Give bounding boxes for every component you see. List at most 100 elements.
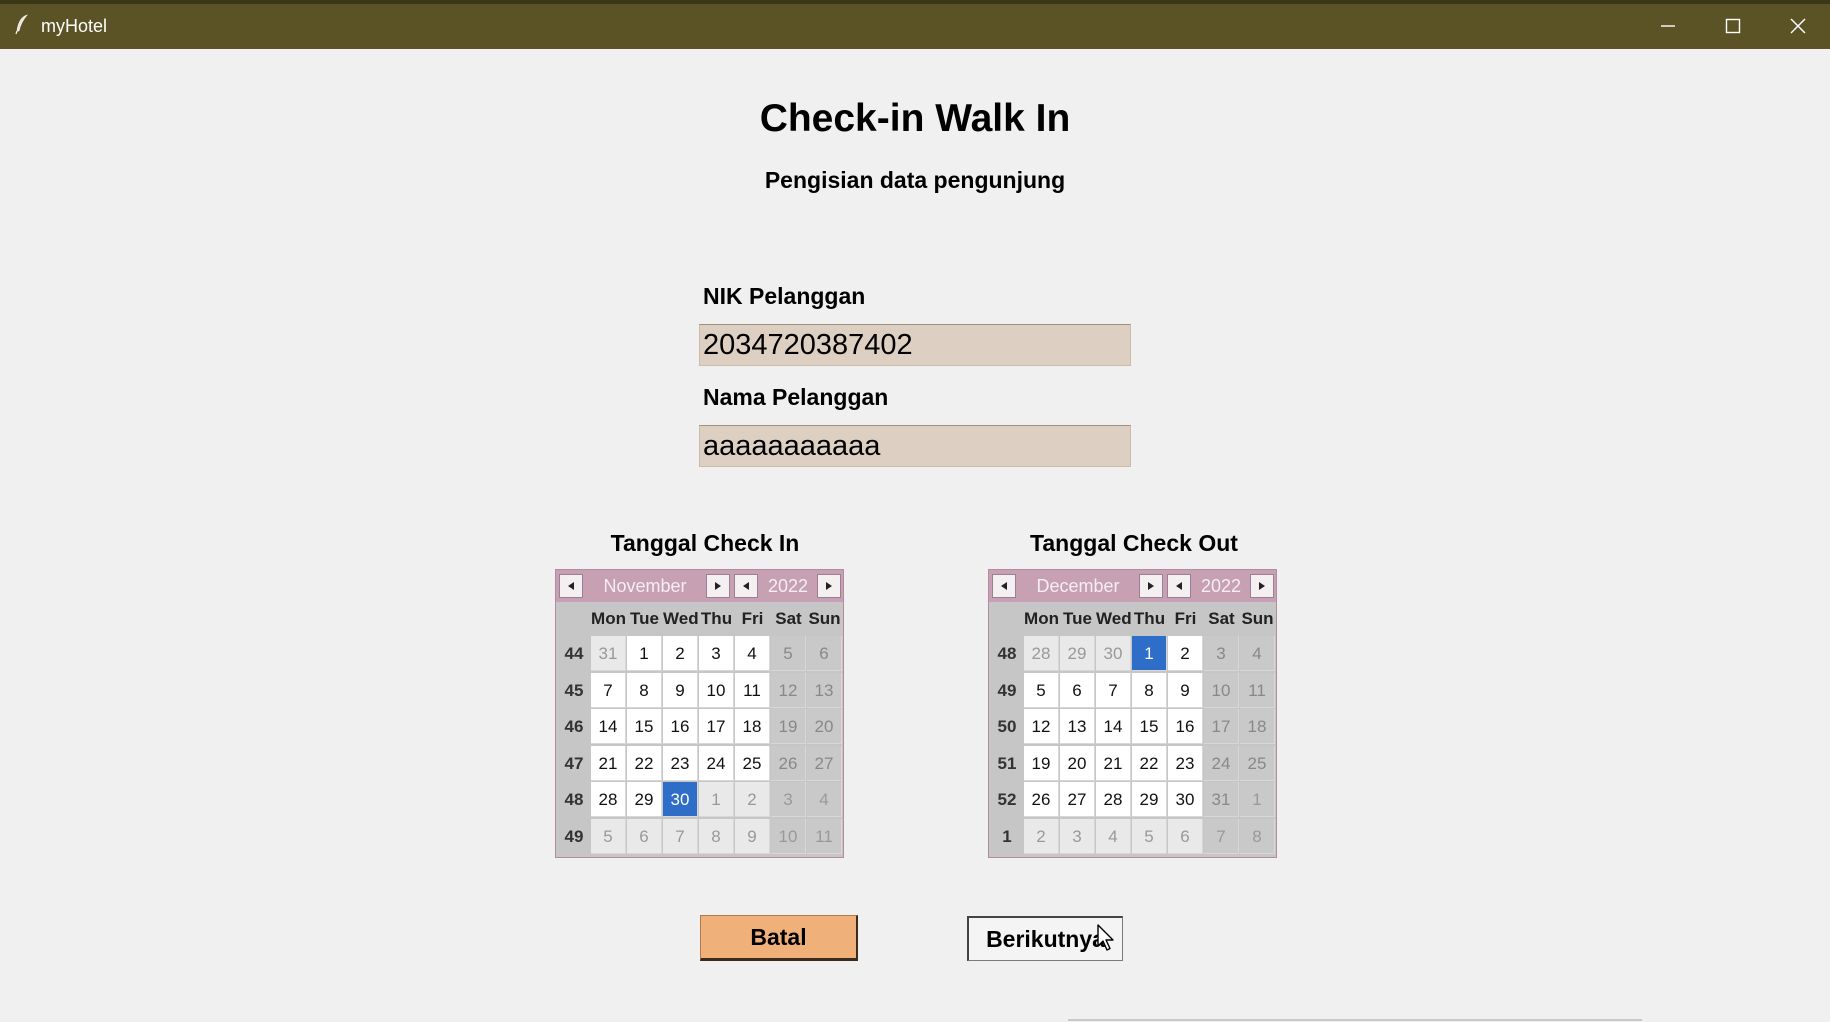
checkout-day-cell[interactable]: 1 <box>1240 782 1275 817</box>
checkout-day-cell[interactable]: 3 <box>1060 818 1095 854</box>
checkin-day-cell[interactable]: 2 <box>735 782 770 817</box>
checkout-day-cell[interactable]: 2 <box>1168 636 1203 671</box>
checkout-day-cell[interactable]: 9 <box>1168 672 1203 708</box>
checkin-day-cell[interactable]: 26 <box>771 745 806 781</box>
checkout-day-cell[interactable]: 25 <box>1240 745 1275 781</box>
checkin-day-cell[interactable]: 19 <box>771 709 806 744</box>
checkout-day-cell[interactable]: 30 <box>1168 782 1203 817</box>
checkout-day-cell[interactable]: 7 <box>1096 672 1131 708</box>
checkin-day-cell[interactable]: 21 <box>591 745 626 781</box>
checkin-day-cell[interactable]: 23 <box>663 745 698 781</box>
checkout-day-cell[interactable]: 10 <box>1204 672 1239 708</box>
checkout-day-cell[interactable]: 24 <box>1204 745 1239 781</box>
checkin-day-cell[interactable]: 5 <box>591 818 626 854</box>
checkin-day-cell[interactable]: 6 <box>627 818 662 854</box>
checkout-next-year-button[interactable] <box>1250 574 1274 598</box>
close-button[interactable] <box>1770 6 1826 46</box>
checkin-day-cell[interactable]: 11 <box>735 672 770 708</box>
checkin-day-cell[interactable]: 10 <box>771 818 806 854</box>
checkout-day-cell[interactable]: 14 <box>1096 709 1131 744</box>
checkin-day-cell[interactable]: 17 <box>699 709 734 744</box>
checkin-prev-year-button[interactable] <box>734 574 758 598</box>
checkout-day-cell[interactable]: 17 <box>1204 709 1239 744</box>
checkin-day-cell[interactable]: 16 <box>663 709 698 744</box>
checkout-prev-month-button[interactable] <box>992 574 1016 598</box>
checkin-selected-day[interactable]: 30 <box>663 782 698 817</box>
checkin-day-cell[interactable]: 9 <box>735 818 770 854</box>
checkout-day-cell[interactable]: 5 <box>1132 818 1167 854</box>
checkin-day-cell[interactable]: 3 <box>699 636 734 671</box>
checkout-day-cell[interactable]: 12 <box>1024 709 1059 744</box>
checkout-day-cell[interactable]: 21 <box>1096 745 1131 781</box>
checkin-day-cell[interactable]: 29 <box>627 782 662 817</box>
checkin-day-cell[interactable]: 14 <box>591 709 626 744</box>
checkin-day-cell[interactable]: 27 <box>807 745 842 781</box>
checkout-day-cell[interactable]: 28 <box>1024 636 1059 671</box>
checkin-day-cell[interactable]: 2 <box>663 636 698 671</box>
checkout-calendar[interactable]: December 2022 Mon Tue Wed Thu Fri Sat Sun 48 28 29 3… <box>988 569 1277 858</box>
checkout-day-cell[interactable]: 6 <box>1168 818 1203 854</box>
checkin-day-cell[interactable]: 31 <box>591 636 626 671</box>
checkin-day-cell[interactable]: 7 <box>591 672 626 708</box>
checkout-day-cell[interactable]: 8 <box>1240 818 1275 854</box>
checkin-day-cell[interactable]: 7 <box>663 818 698 854</box>
checkout-next-month-button[interactable] <box>1139 574 1163 598</box>
checkin-day-cell[interactable]: 25 <box>735 745 770 781</box>
checkout-day-cell[interactable]: 16 <box>1168 709 1203 744</box>
checkout-day-cell[interactable]: 27 <box>1060 782 1095 817</box>
checkin-day-cell[interactable]: 3 <box>771 782 806 817</box>
checkout-day-cell[interactable]: 6 <box>1060 672 1095 708</box>
checkin-day-cell[interactable]: 28 <box>591 782 626 817</box>
checkout-day-cell[interactable]: 15 <box>1132 709 1167 744</box>
checkout-day-cell[interactable]: 8 <box>1132 672 1167 708</box>
checkin-next-year-button[interactable] <box>817 574 841 598</box>
checkout-day-cell[interactable]: 3 <box>1204 636 1239 671</box>
checkout-day-cell[interactable]: 20 <box>1060 745 1095 781</box>
checkout-day-cell[interactable]: 18 <box>1240 709 1275 744</box>
nama-input[interactable] <box>699 425 1131 467</box>
checkout-day-cell[interactable]: 5 <box>1024 672 1059 708</box>
checkout-prev-year-button[interactable] <box>1167 574 1191 598</box>
checkin-day-cell[interactable]: 15 <box>627 709 662 744</box>
checkin-day-cell[interactable]: 20 <box>807 709 842 744</box>
checkin-day-cell[interactable]: 24 <box>699 745 734 781</box>
checkin-day-cell[interactable]: 11 <box>807 818 842 854</box>
checkout-day-cell[interactable]: 29 <box>1132 782 1167 817</box>
checkin-day-cell[interactable]: 9 <box>663 672 698 708</box>
minimize-button[interactable] <box>1640 6 1696 46</box>
checkout-selected-day[interactable]: 1 <box>1132 636 1167 671</box>
checkout-day-cell[interactable]: 2 <box>1024 818 1059 854</box>
checkout-day-cell[interactable]: 28 <box>1096 782 1131 817</box>
checkout-day-cell[interactable]: 23 <box>1168 745 1203 781</box>
checkout-day-cell[interactable]: 13 <box>1060 709 1095 744</box>
checkout-day-cell[interactable]: 7 <box>1204 818 1239 854</box>
checkin-day-cell[interactable]: 6 <box>807 636 842 671</box>
checkin-calendar[interactable]: November 2022 Mon Tue Wed Thu Fri Sat Sun 44 31 1 2 3… <box>555 569 844 858</box>
batal-button[interactable]: Batal <box>700 915 858 961</box>
checkout-day-cell[interactable]: 31 <box>1204 782 1239 817</box>
checkin-day-cell[interactable]: 13 <box>807 672 842 708</box>
checkin-day-cell[interactable]: 8 <box>699 818 734 854</box>
checkout-day-cell[interactable]: 29 <box>1060 636 1095 671</box>
checkin-day-cell[interactable]: 5 <box>771 636 806 671</box>
checkin-day-cell[interactable]: 1 <box>699 782 734 817</box>
maximize-button[interactable] <box>1705 6 1761 46</box>
checkin-next-month-button[interactable] <box>706 574 730 598</box>
checkin-day-cell[interactable]: 1 <box>627 636 662 671</box>
checkout-day-cell[interactable]: 4 <box>1240 636 1275 671</box>
checkout-day-cell[interactable]: 4 <box>1096 818 1131 854</box>
checkin-day-cell[interactable]: 10 <box>699 672 734 708</box>
checkout-day-cell[interactable]: 11 <box>1240 672 1275 708</box>
checkin-day-cell[interactable]: 4 <box>735 636 770 671</box>
checkout-day-cell[interactable]: 26 <box>1024 782 1059 817</box>
nik-input[interactable] <box>699 324 1131 366</box>
checkin-day-cell[interactable]: 18 <box>735 709 770 744</box>
checkout-day-cell[interactable]: 30 <box>1096 636 1131 671</box>
checkin-day-cell[interactable]: 8 <box>627 672 662 708</box>
checkin-prev-month-button[interactable] <box>559 574 583 598</box>
checkin-day-cell[interactable]: 22 <box>627 745 662 781</box>
checkout-day-cell[interactable]: 22 <box>1132 745 1167 781</box>
checkin-day-cell[interactable]: 4 <box>807 782 842 817</box>
checkout-day-cell[interactable]: 19 <box>1024 745 1059 781</box>
checkin-day-cell[interactable]: 12 <box>771 672 806 708</box>
